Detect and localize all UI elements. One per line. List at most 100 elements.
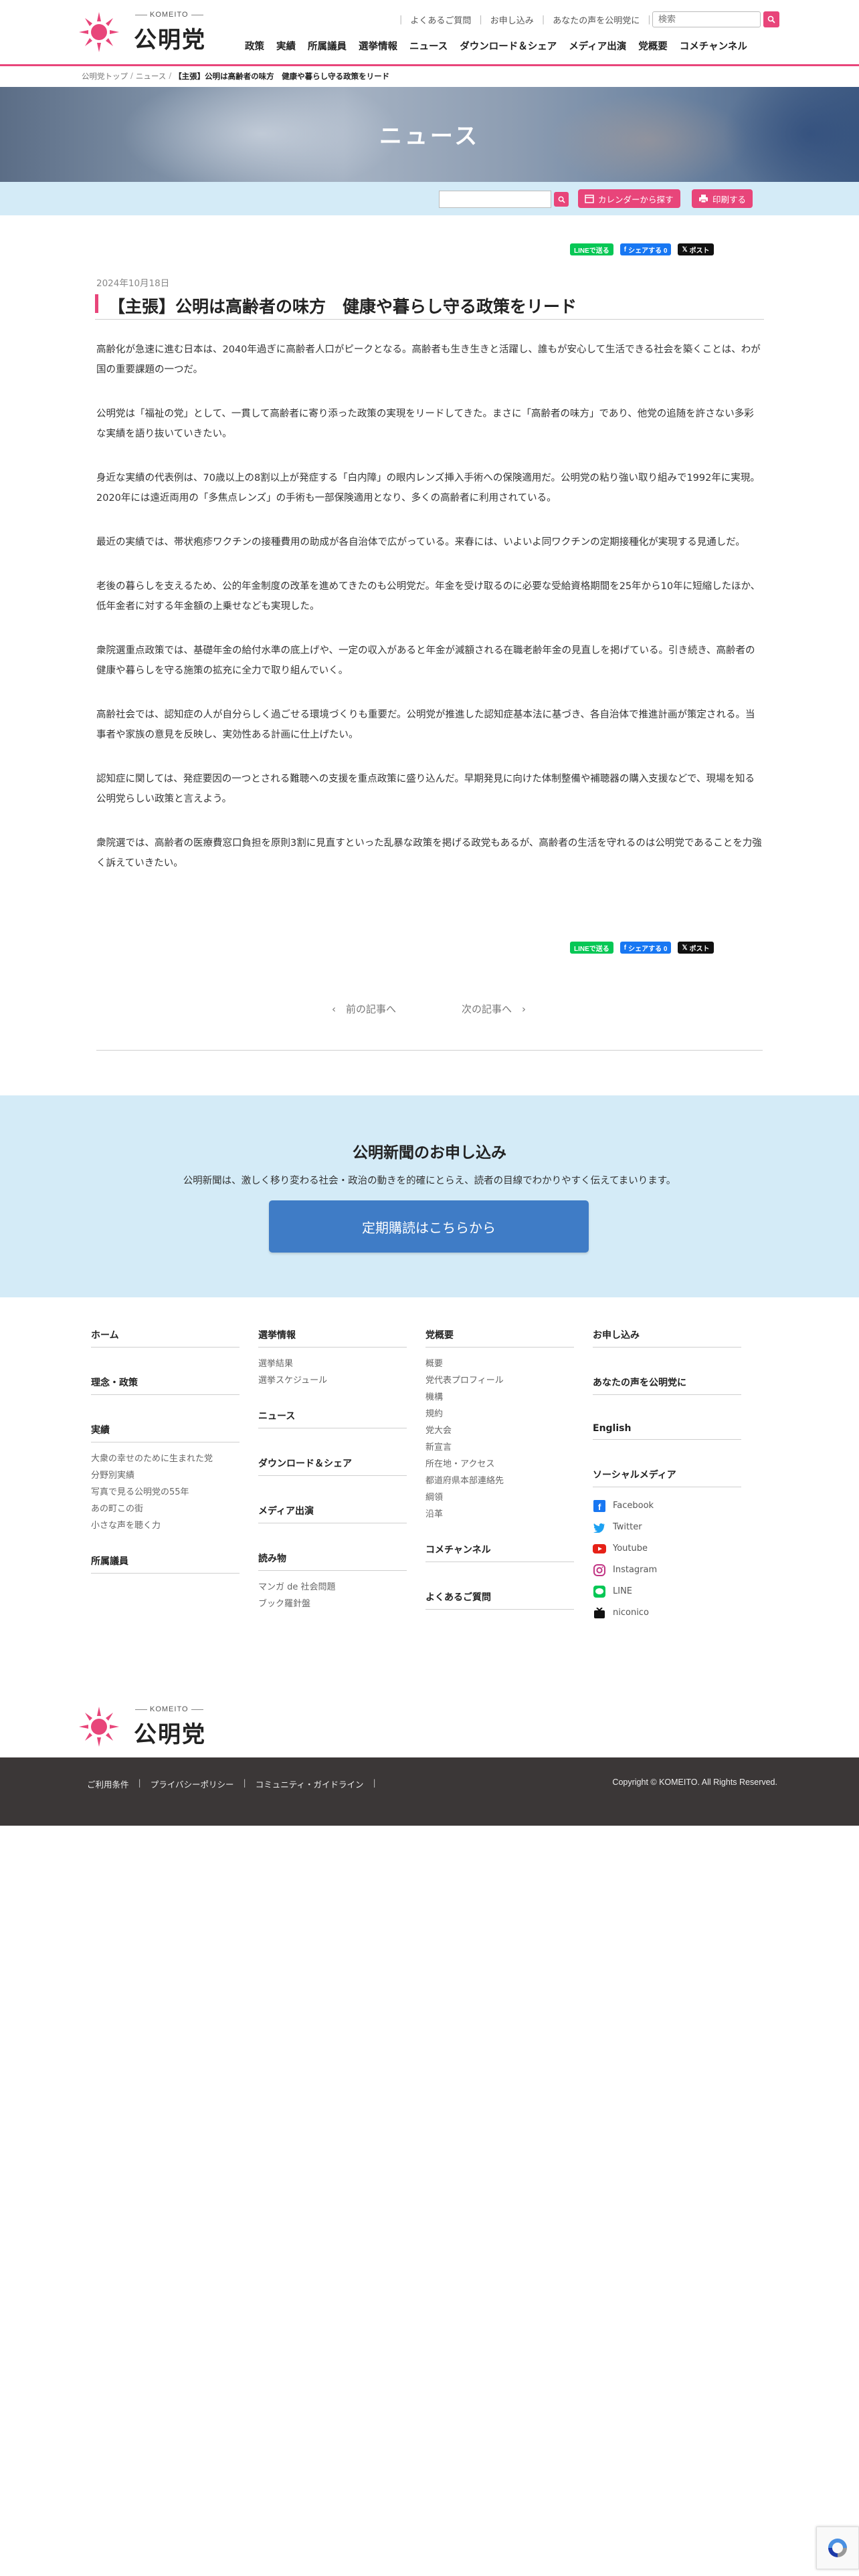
- header-search: [652, 11, 779, 27]
- x-post-label: ポスト: [689, 247, 710, 255]
- footer-link-media[interactable]: メディア出演: [258, 1504, 407, 1523]
- facebook-share-button[interactable]: f シェアする 0: [619, 243, 672, 255]
- footer-sub-link[interactable]: 新宣言: [425, 1439, 574, 1456]
- prev-article-link[interactable]: ‹ 前の記事へ: [332, 1002, 396, 1016]
- footer-sub-link[interactable]: 写真で見る公明党の55年: [91, 1484, 240, 1501]
- social-link-facebook[interactable]: f Facebook: [593, 1495, 741, 1517]
- sun-logo-icon: [79, 1707, 119, 1747]
- nav-policy[interactable]: 政策: [245, 39, 264, 53]
- nav-members[interactable]: 所属議員: [308, 39, 347, 53]
- util-link-voice[interactable]: あなたの声を公明党に: [553, 13, 640, 26]
- footer-link-election[interactable]: 選挙情報: [258, 1328, 407, 1348]
- facebook-icon: f: [624, 245, 627, 253]
- search-input[interactable]: [652, 11, 761, 27]
- recaptcha-badge[interactable]: [816, 2527, 859, 2569]
- x-post-button[interactable]: 𝕏 ポスト: [678, 942, 714, 954]
- line-share-button[interactable]: LINEで送る: [570, 942, 613, 954]
- footer-link-overview[interactable]: 党概要: [425, 1328, 574, 1348]
- util-link-faq[interactable]: よくあるご質問: [410, 13, 471, 26]
- nav-election[interactable]: 選挙情報: [359, 39, 397, 53]
- footer-sub-link[interactable]: 分野別実績: [91, 1467, 240, 1484]
- footer-sub-link[interactable]: 党代表プロフィール: [425, 1372, 574, 1389]
- footer-sub-link[interactable]: 規約: [425, 1406, 574, 1422]
- footer-sub-link[interactable]: 都道府県本部連絡先: [425, 1473, 574, 1489]
- facebook-share-button[interactable]: f シェアする 0: [619, 942, 672, 954]
- footer-link-voice[interactable]: あなたの声を公明党に: [593, 1376, 741, 1395]
- social-link-youtube[interactable]: Youtube: [593, 1538, 741, 1560]
- calendar-button-label: カレンダーから探す: [598, 194, 674, 205]
- terms-link[interactable]: ご利用条件: [87, 1778, 129, 1790]
- hero-title: ニュース: [379, 123, 480, 150]
- footer-link-philosophy[interactable]: 理念・政策: [91, 1376, 240, 1395]
- social-link-niconico[interactable]: niconico: [593, 1602, 741, 1624]
- x-icon: 𝕏: [682, 944, 688, 952]
- next-article-link[interactable]: 次の記事へ ›: [462, 1002, 526, 1016]
- article-paragraph: 最近の実績では、帯状疱疹ワクチンの接種費用の助成が各自治体で広がっている。来春に…: [96, 537, 745, 548]
- util-separator: |: [541, 14, 545, 25]
- nav-comechannel[interactable]: コメチャンネル: [680, 39, 747, 53]
- article-title-block: 【主張】公明は高齢者の味方 健康や暮らし守る政策をリード: [95, 292, 764, 320]
- breadcrumb-home[interactable]: 公明党トップ: [82, 71, 128, 82]
- nav-overview[interactable]: 党概要: [638, 39, 668, 53]
- news-search-button[interactable]: [554, 192, 569, 207]
- subscribe-button[interactable]: 定期購読はこちらから: [269, 1200, 589, 1253]
- footer-link-news[interactable]: ニュース: [258, 1409, 407, 1428]
- news-search-input[interactable]: [439, 191, 551, 208]
- nav-download-share[interactable]: ダウンロード＆シェア: [460, 39, 557, 53]
- util-link-apply[interactable]: お申し込み: [490, 13, 534, 26]
- footer-link-comechannel[interactable]: コメチャンネル: [425, 1543, 574, 1562]
- social-label: LINE: [613, 1586, 633, 1596]
- social-link-line[interactable]: LINE: [593, 1581, 741, 1602]
- footer-link-faq[interactable]: よくあるご質問: [425, 1590, 574, 1610]
- footer-link-apply[interactable]: お申し込み: [593, 1328, 741, 1348]
- x-post-button[interactable]: 𝕏 ポスト: [678, 243, 714, 255]
- social-link-twitter[interactable]: Twitter: [593, 1517, 741, 1538]
- community-guideline-link[interactable]: コミュニティ・ガイドライン: [256, 1778, 364, 1790]
- footer-sub-link[interactable]: 小さな声を聴く力: [91, 1517, 240, 1534]
- svg-text:f: f: [598, 1502, 601, 1512]
- utility-links: | よくあるご質問 | お申し込み | あなたの声を公明党に |: [391, 12, 659, 27]
- print-button[interactable]: 印刷する: [692, 189, 753, 208]
- util-separator: |: [479, 14, 482, 25]
- footer-link-reading[interactable]: 読み物: [258, 1551, 407, 1571]
- line-share-button[interactable]: LINEで送る: [570, 243, 613, 255]
- printer-icon: [699, 195, 708, 203]
- footer-sub-link[interactable]: 選挙結果: [258, 1356, 407, 1372]
- footer-sub-link[interactable]: あの町この街: [91, 1501, 240, 1517]
- legal-separator: |: [373, 1778, 376, 1788]
- footer-legal-links: ご利用条件 | プライバシーポリシー | コミュニティ・ガイドライン |: [87, 1778, 385, 1790]
- nav-news[interactable]: ニュース: [409, 39, 448, 53]
- footer-sub-link[interactable]: マンガ de 社会問題: [258, 1579, 407, 1596]
- nav-achievements[interactable]: 実績: [276, 39, 296, 53]
- search-button[interactable]: [763, 11, 779, 27]
- social-link-instagram[interactable]: Instagram: [593, 1560, 741, 1581]
- footer-sub-link[interactable]: ブック羅針盤: [258, 1596, 407, 1612]
- article-paragraph: 身近な実績の代表例は、70歳以上の8割以上が発症する「白内障」の眼内レンズ挿入手…: [96, 473, 760, 504]
- footer-link-download[interactable]: ダウンロード＆シェア: [258, 1457, 407, 1476]
- nav-media[interactable]: メディア出演: [569, 39, 626, 53]
- hero-banner: ニュース: [0, 87, 859, 182]
- footer-sub-link[interactable]: 所在地・アクセス: [425, 1456, 574, 1473]
- footer-link-members[interactable]: 所属議員: [91, 1554, 240, 1574]
- breadcrumb-news[interactable]: ニュース: [136, 71, 166, 82]
- footer-sub-link[interactable]: 選挙スケジュール: [258, 1372, 407, 1389]
- article-paragraph: 衆院選重点政策では、基礎年金の給付水準の底上げや、一定の収入があると年金が減額さ…: [96, 645, 755, 676]
- footer-link-achievements[interactable]: 実績: [91, 1423, 240, 1442]
- footer-sub-link[interactable]: 沿革: [425, 1506, 574, 1523]
- footer-sub-link[interactable]: 大衆の幸せのために生まれた党: [91, 1451, 240, 1467]
- instagram-icon: [593, 1564, 606, 1577]
- footer-sub-link[interactable]: 機構: [425, 1389, 574, 1406]
- footer-link-home[interactable]: ホーム: [91, 1328, 240, 1348]
- footer-link-english[interactable]: English: [593, 1423, 741, 1440]
- calendar-button[interactable]: カレンダーから探す: [578, 189, 680, 208]
- footer-sub-link[interactable]: 党大会: [425, 1422, 574, 1439]
- footer-column-4: お申し込み あなたの声を公明党に English ソーシャルメディア f Fac…: [593, 1328, 741, 1624]
- footer-logo[interactable]: KOMEITO 公明党: [79, 1704, 213, 1748]
- footer-sub-link[interactable]: 概要: [425, 1356, 574, 1372]
- site-logo[interactable]: KOMEITO 公明党: [79, 9, 213, 53]
- calendar-icon: [585, 195, 594, 203]
- subscribe-description: 公明新聞は、激しく移り変わる社会・政治の動きを的確にとらえ、読者の目線でわかりや…: [183, 1176, 676, 1186]
- privacy-link[interactable]: プライバシーポリシー: [151, 1778, 234, 1790]
- article-paragraph: 衆院選では、高齢者の医療費窓口負担を原則3割に見直すといった乱暴な政策を掲げる政…: [96, 838, 762, 869]
- footer-sub-link[interactable]: 綱領: [425, 1489, 574, 1506]
